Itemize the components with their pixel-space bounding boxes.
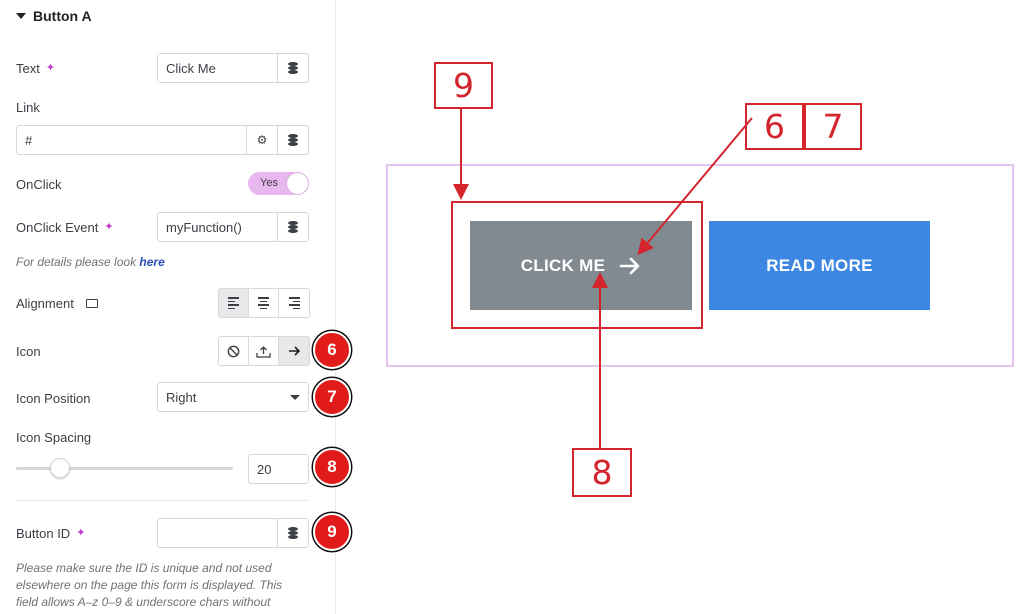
database-icon [288,62,298,74]
alignment-control [218,288,310,318]
icon-none-button[interactable] [219,337,249,365]
gear-icon: ⚙ [256,133,268,147]
divider [16,500,308,501]
alignment-label-row: Alignment [16,296,98,311]
icon-position-label: Icon Position [16,391,91,406]
arrow-right-icon [619,257,640,274]
icon-position-value: Right [166,389,197,405]
toggle-yes-text: Yes [260,177,278,189]
details-note-text: For details please look [16,255,137,269]
step-badge-8: 8 [313,448,351,486]
database-icon [288,221,298,233]
callout-7: 7 [804,103,862,150]
link-dynamic-tags-button[interactable] [277,126,308,154]
dynamic-tags-button[interactable] [277,519,308,547]
text-input[interactable]: Click Me [158,54,277,82]
onclick-event-label-row: OnClick Event ✦ [16,220,114,235]
align-left-icon [228,297,239,309]
button-id-note-line: Please make sure the ID is unique and no… [16,561,272,575]
step-badge-9: 9 [313,513,351,551]
chevron-down-icon [290,394,300,400]
link-input[interactable]: # [17,126,246,154]
text-label: Text [16,61,40,76]
click-me-button[interactable]: CLICK ME [470,221,692,310]
align-center-button[interactable] [249,289,279,317]
icon-position-select[interactable]: Right [157,382,309,412]
step-badge-7: 7 [313,378,351,416]
caret-down-icon [16,13,26,19]
settings-panel: Button A Text ✦ Click Me Link # ⚙ OnClic… [0,0,336,614]
icon-spacing-input[interactable]: 20 [248,454,309,484]
section-header[interactable]: Button A [16,8,92,24]
database-icon [288,527,298,539]
button-id-input[interactable] [158,519,277,547]
details-note: For details please look here [16,254,165,271]
toggle-knob [287,173,308,194]
callout-9: 9 [434,62,493,109]
button-id-label: Button ID [16,526,71,541]
sparkle-icon[interactable]: ✦ [76,528,85,539]
callout-6: 6 [745,103,804,150]
text-field: Click Me [157,53,309,83]
link-options-button[interactable]: ⚙ [246,126,277,154]
button-id-note-line: field allows A–z 0–9 & underscore chars … [16,595,271,609]
ban-icon [227,345,240,357]
read-more-button[interactable]: READ MORE [709,221,930,310]
icon-library-button[interactable] [279,337,309,365]
link-field: # ⚙ [16,125,309,155]
step-badge-6: 6 [313,331,351,369]
click-me-label: CLICK ME [520,255,606,275]
link-label: Link [16,100,40,115]
arrow-right-icon [288,346,300,356]
alignment-label: Alignment [16,296,74,311]
icon-spacing-slider-track[interactable] [16,467,233,470]
icon-control [218,336,310,366]
button-id-label-row: Button ID ✦ [16,526,85,541]
sparkle-icon[interactable]: ✦ [46,63,55,74]
align-center-icon [258,297,269,309]
section-title: Button A [33,8,92,24]
upload-icon [256,345,271,358]
details-link[interactable]: here [139,255,164,269]
icon-label: Icon [16,344,41,359]
read-more-label: READ MORE [766,255,873,275]
align-right-icon [288,297,300,309]
align-left-button[interactable] [219,289,249,317]
dynamic-tags-button[interactable] [277,54,308,82]
button-id-note-line: elsewhere on the page this form is displ… [16,578,283,592]
database-icon [288,134,298,146]
button-id-field [157,518,309,548]
onclick-toggle[interactable]: Yes [248,172,309,195]
text-label-row: Text ✦ [16,61,55,76]
onclick-event-field: myFunction() [157,212,309,242]
onclick-event-label: OnClick Event [16,220,99,235]
icon-spacing-label: Icon Spacing [16,430,92,445]
callout-8: 8 [572,448,632,497]
sparkle-icon[interactable]: ✦ [104,222,113,233]
icon-upload-button[interactable] [249,337,279,365]
button-id-note: Please make sure the ID is unique and no… [16,560,282,611]
dynamic-tags-button[interactable] [277,213,308,241]
icon-spacing-slider-handle[interactable] [50,458,70,478]
onclick-label: OnClick [16,177,62,192]
align-right-button[interactable] [279,289,309,317]
desktop-icon[interactable] [85,299,98,308]
onclick-event-input[interactable]: myFunction() [158,213,277,241]
